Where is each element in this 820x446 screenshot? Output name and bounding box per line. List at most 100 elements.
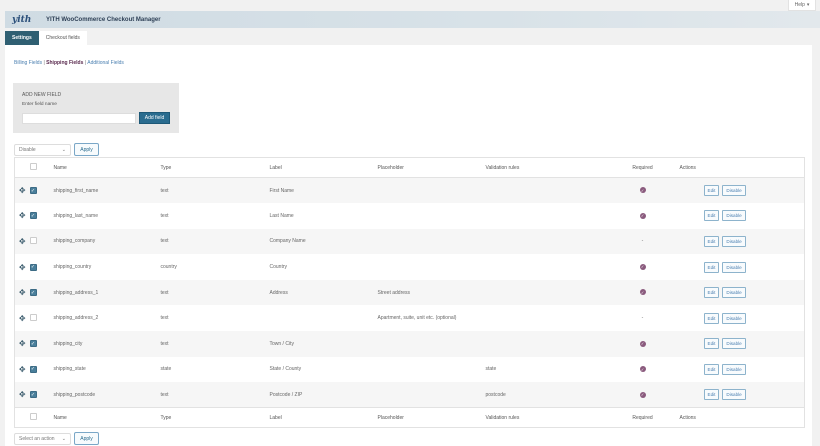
- row-checkbox[interactable]: ✓: [29, 391, 37, 399]
- edit-button[interactable]: Edit: [703, 363, 720, 375]
- apply-button[interactable]: Apply: [74, 432, 99, 445]
- check-circle-icon: ✓: [639, 340, 646, 347]
- disable-button[interactable]: Disable: [722, 185, 746, 197]
- drag-handle-icon[interactable]: ✥: [15, 229, 30, 255]
- field-name-input[interactable]: [22, 113, 136, 124]
- drag-handle-icon[interactable]: ✥: [15, 178, 30, 204]
- field-validation: [486, 280, 606, 306]
- col-placeholder: Placeholder: [377, 157, 486, 178]
- field-label: Postcode / ZIP: [269, 391, 303, 398]
- disable-button[interactable]: Disable: [722, 210, 746, 222]
- help-label: Help: [794, 2, 805, 8]
- field-name: shipping_country: [53, 264, 92, 271]
- table-row: ✥ ✓ shipping_first_name text First Name …: [14, 177, 805, 204]
- fields-table: Name Type Label Placeholder Validation r…: [14, 157, 805, 429]
- additional-fields-link[interactable]: Additional Fields: [87, 60, 124, 66]
- row-checkbox[interactable]: ✓: [29, 340, 37, 348]
- col-label: Label: [269, 157, 378, 178]
- edit-button[interactable]: Edit: [703, 235, 720, 247]
- edit-button[interactable]: Edit: [703, 185, 720, 197]
- field-placeholder: [378, 254, 486, 280]
- table-row: ✥ ✓ shipping_last_name text Last Name ✓ …: [15, 203, 805, 229]
- field-name: shipping_first_name: [53, 187, 99, 194]
- drag-handle-icon[interactable]: ✥: [15, 305, 30, 331]
- select-all-checkbox[interactable]: [29, 163, 37, 170]
- shipping-fields-link[interactable]: Shipping Fields: [46, 60, 83, 66]
- chevron-down-icon: ⌄: [61, 435, 66, 442]
- field-placeholder: [378, 382, 486, 408]
- disable-button[interactable]: Disable: [722, 261, 746, 273]
- edit-button[interactable]: Edit: [703, 389, 720, 401]
- caret-down-icon: ▾: [806, 2, 810, 8]
- disable-button[interactable]: Disable: [722, 338, 746, 350]
- drag-handle-icon[interactable]: ✥: [15, 331, 30, 357]
- disable-button[interactable]: Disable: [722, 363, 746, 375]
- field-label: Company Name: [269, 238, 306, 245]
- table-row: ✥ ✓ shipping_address_1 text Address Stre…: [14, 279, 805, 306]
- col-type: Type: [160, 157, 270, 178]
- bulk-action-select[interactable]: Select an action ⌄: [14, 432, 71, 445]
- separator: |: [43, 60, 45, 66]
- edit-button[interactable]: Edit: [703, 261, 720, 273]
- drag-handle-icon[interactable]: ✥: [15, 382, 30, 408]
- field-validation: [486, 331, 606, 357]
- select-all-checkbox[interactable]: [29, 413, 37, 421]
- field-label: Last Name: [269, 212, 294, 219]
- field-required: ✓: [606, 357, 680, 383]
- field-section-nav: Billing Fields | Shipping Fields | Addit…: [14, 60, 124, 66]
- field-type: text: [160, 315, 169, 322]
- field-type: country: [160, 264, 177, 271]
- disable-button[interactable]: Disable: [722, 389, 746, 401]
- field-label: State / County: [269, 366, 302, 373]
- field-placeholder: [378, 178, 486, 204]
- billing-fields-link[interactable]: Billing Fields: [14, 60, 42, 66]
- bulk-action-select[interactable]: Disable ⌄: [14, 143, 71, 156]
- col-actions: Actions: [679, 157, 805, 178]
- col-required: Required: [605, 157, 680, 178]
- edit-button[interactable]: Edit: [703, 287, 720, 299]
- field-validation: [486, 178, 606, 204]
- plugin-title: YITH WooCommerce Checkout Manager: [46, 16, 161, 23]
- field-name: shipping_last_name: [53, 212, 98, 219]
- table-footer: Name Type Label Placeholder Validation r…: [14, 407, 805, 428]
- drag-handle-icon[interactable]: ✥: [15, 357, 30, 383]
- help-button[interactable]: Help ▾: [788, 0, 816, 11]
- table-row: ✥ ✓ shipping_city text Town / City ✓ Edi…: [14, 331, 805, 357]
- field-validation: [486, 229, 606, 255]
- add-field-button[interactable]: Add field: [139, 112, 170, 124]
- check-circle-icon: ✓: [639, 212, 646, 219]
- disable-button[interactable]: Disable: [722, 287, 746, 299]
- row-checkbox[interactable]: ✓: [29, 187, 37, 195]
- disable-button[interactable]: Disable: [722, 235, 746, 247]
- row-checkbox[interactable]: [29, 236, 37, 244]
- field-placeholder: [378, 203, 486, 229]
- disable-button[interactable]: Disable: [722, 312, 746, 324]
- apply-button[interactable]: Apply: [74, 143, 99, 156]
- drag-handle-icon[interactable]: ✥: [15, 203, 30, 229]
- row-checkbox[interactable]: [29, 313, 37, 321]
- field-placeholder: [378, 331, 486, 357]
- row-checkbox[interactable]: ✓: [29, 263, 37, 271]
- field-placeholder: Street address: [377, 289, 411, 296]
- field-label: Town / City: [269, 340, 294, 347]
- field-type: text: [160, 289, 169, 296]
- row-checkbox[interactable]: ✓: [29, 289, 37, 297]
- check-circle-icon: ✓: [639, 391, 646, 398]
- field-required: -: [606, 305, 680, 331]
- tab-checkout-fields[interactable]: Checkout fields: [38, 31, 87, 45]
- drag-handle-icon[interactable]: ✥: [15, 254, 30, 280]
- col-name: Name: [53, 407, 161, 428]
- separator: |: [84, 60, 87, 66]
- field-name: shipping_address_1: [53, 289, 99, 296]
- edit-button[interactable]: Edit: [703, 338, 720, 350]
- field-name-label: Enter field name: [22, 102, 57, 107]
- row-checkbox[interactable]: ✓: [29, 365, 37, 373]
- field-label: Address: [269, 289, 288, 296]
- tab-settings[interactable]: Settings: [5, 31, 39, 45]
- drag-handle-icon[interactable]: ✥: [15, 280, 30, 306]
- edit-button[interactable]: Edit: [703, 312, 720, 324]
- check-circle-icon: ✓: [639, 366, 646, 373]
- edit-button[interactable]: Edit: [703, 210, 720, 222]
- row-checkbox[interactable]: ✓: [29, 212, 37, 220]
- field-validation: postcode: [485, 391, 506, 398]
